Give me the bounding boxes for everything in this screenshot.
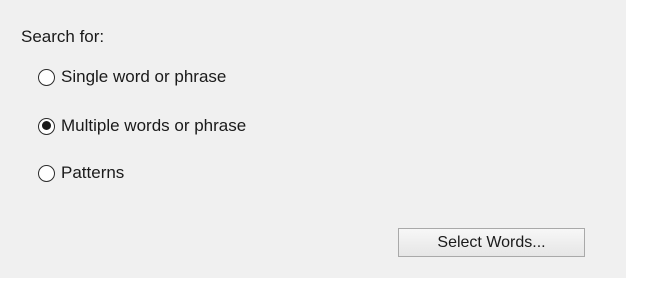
- radio-multiple-words[interactable]: Multiple words or phrase: [38, 114, 246, 138]
- radio-label-single-word: Single word or phrase: [61, 67, 227, 86]
- search-for-label: Search for:: [21, 27, 105, 46]
- select-words-button[interactable]: Select Words...: [398, 228, 585, 257]
- radio-button-selected-icon[interactable]: [38, 117, 55, 135]
- radio-button-icon[interactable]: [38, 164, 55, 182]
- radio-label-multiple-words: Multiple words or phrase: [61, 116, 247, 135]
- radio-patterns[interactable]: Patterns: [38, 161, 124, 185]
- radio-button-icon[interactable]: [38, 68, 55, 86]
- radio-label-patterns: Patterns: [61, 163, 125, 182]
- radio-single-word[interactable]: Single word or phrase: [38, 65, 226, 89]
- search-options-panel: Search for: Single word or phrase Multip…: [0, 0, 626, 278]
